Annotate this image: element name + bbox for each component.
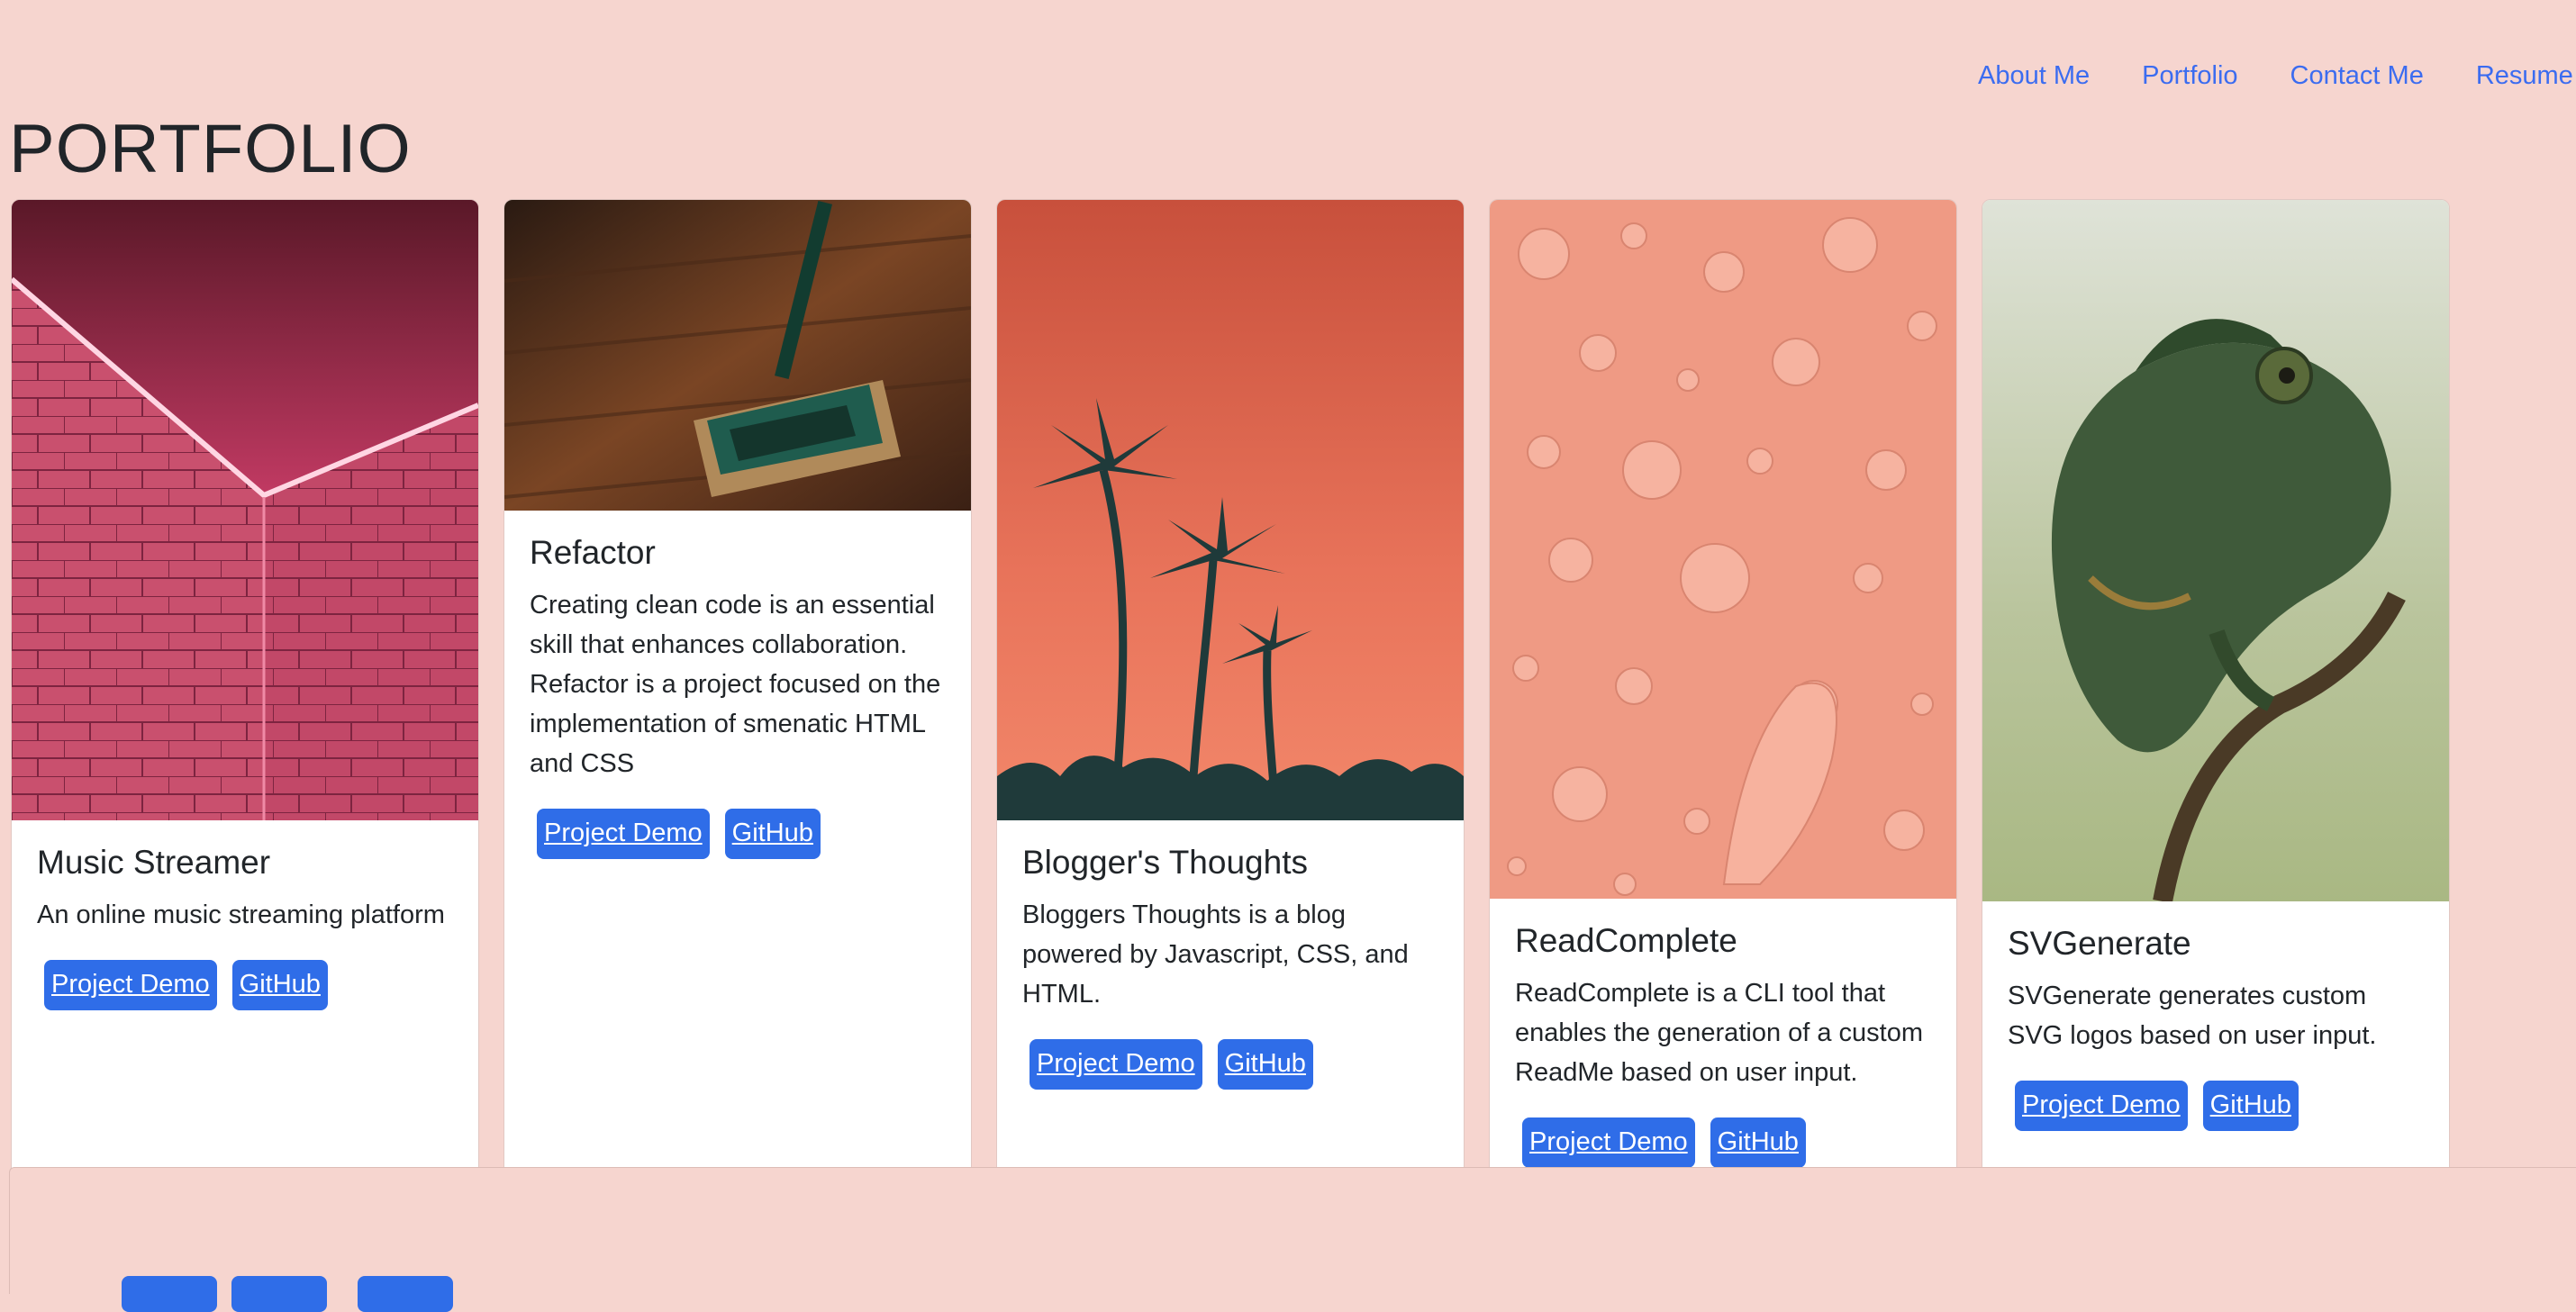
- footer-section: [9, 1167, 2576, 1312]
- project-demo-button[interactable]: Project Demo: [1029, 1039, 1202, 1090]
- footer-button[interactable]: [358, 1276, 453, 1312]
- footer-button[interactable]: [231, 1276, 327, 1312]
- project-card-music-streamer: Music Streamer An online music streaming…: [11, 199, 479, 1209]
- card-body: Blogger's Thoughts Bloggers Thoughts is …: [1022, 841, 1440, 1090]
- project-demo-button[interactable]: Project Demo: [2015, 1081, 2188, 1131]
- nav-link-contact-me[interactable]: Contact Me: [2290, 58, 2424, 94]
- project-title: Music Streamer: [37, 844, 271, 881]
- project-description: ReadComplete is a CLI tool that enables …: [1515, 979, 1924, 1087]
- footer-button[interactable]: [122, 1276, 217, 1312]
- project-image-mop-on-floor: [504, 200, 971, 511]
- github-button[interactable]: GitHub: [231, 960, 328, 1010]
- github-button[interactable]: GitHub: [1710, 1117, 1806, 1168]
- project-demo-button[interactable]: Project Demo: [537, 809, 710, 859]
- card-body: SVGenerate SVGenerate generates custom S…: [2008, 922, 2426, 1131]
- github-button[interactable]: GitHub: [2202, 1081, 2299, 1131]
- top-nav: About Me Portfolio Contact Me Resume: [1978, 58, 2573, 94]
- project-description: SVGenerate generates custom SVG logos ba…: [2008, 982, 2377, 1050]
- project-image-chameleon: [1982, 200, 2449, 901]
- card-body: Music Streamer An online music streaming…: [37, 841, 455, 1010]
- nav-link-resume[interactable]: Resume: [2476, 58, 2573, 94]
- project-title: Blogger's Thoughts: [1022, 844, 1308, 881]
- project-image-palm-trees: [997, 200, 1464, 820]
- page-title: PORTFOLIO: [9, 111, 412, 187]
- project-demo-button[interactable]: Project Demo: [1522, 1117, 1695, 1168]
- project-description: Bloggers Thoughts is a blog powered by J…: [1022, 900, 1409, 1009]
- project-card-svgenerate: SVGenerate SVGenerate generates custom S…: [1982, 199, 2450, 1209]
- github-button[interactable]: GitHub: [724, 809, 821, 859]
- project-title: SVGenerate: [2008, 925, 2191, 962]
- nav-link-portfolio[interactable]: Portfolio: [2142, 58, 2237, 94]
- project-card-bloggers-thoughts: Blogger's Thoughts Bloggers Thoughts is …: [996, 199, 1465, 1209]
- github-button[interactable]: GitHub: [1217, 1039, 1313, 1090]
- project-title: ReadComplete: [1515, 922, 1737, 959]
- project-demo-button[interactable]: Project Demo: [44, 960, 217, 1010]
- project-description: Creating clean code is an essential skil…: [530, 591, 941, 778]
- card-body: Refactor Creating clean code is an essen…: [530, 531, 948, 859]
- card-body: ReadComplete ReadComplete is a CLI tool …: [1515, 919, 1933, 1168]
- project-image-pink-neon-corner: [12, 200, 478, 820]
- project-description: An online music streaming platform: [37, 900, 445, 929]
- nav-link-about-me[interactable]: About Me: [1978, 58, 2090, 94]
- project-image-water-droplets: [1490, 200, 1956, 899]
- project-card-readcomplete: ReadComplete ReadComplete is a CLI tool …: [1489, 199, 1957, 1209]
- project-card-refactor: Refactor Creating clean code is an essen…: [503, 199, 972, 1209]
- project-title: Refactor: [530, 534, 656, 571]
